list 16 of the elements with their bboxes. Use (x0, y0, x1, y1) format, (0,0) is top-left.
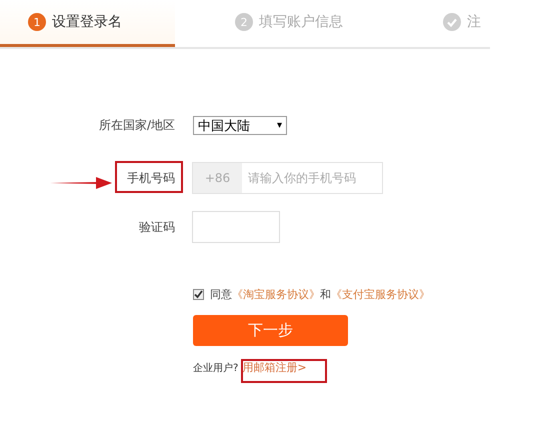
email-register-link[interactable]: 用邮箱注册> (242, 360, 307, 375)
step-number: 1 (28, 13, 46, 31)
annotation-box (115, 161, 183, 193)
terms-link[interactable]: 《支付宝服务协议》 (331, 288, 430, 301)
phone-label: 手机号码 (127, 170, 175, 184)
code-field[interactable] (192, 211, 280, 243)
enterprise-text: 企业用户? (193, 362, 238, 374)
country-label: 所在国家/地区 (98, 118, 175, 132)
agree-text: 同意《淘宝服务协议》和《支付宝服务协议》 (210, 287, 430, 302)
step-tab[interactable]: 注 (383, 0, 490, 47)
terms-link[interactable]: 《淘宝服务协议》 (232, 288, 320, 301)
check-icon (443, 13, 461, 31)
agree-checkbox[interactable] (193, 289, 204, 300)
country-select[interactable]: 中国大陆 ▾ (193, 116, 287, 135)
code-label: 验证码 (139, 220, 175, 234)
next-button[interactable]: 下一步 (193, 315, 348, 346)
